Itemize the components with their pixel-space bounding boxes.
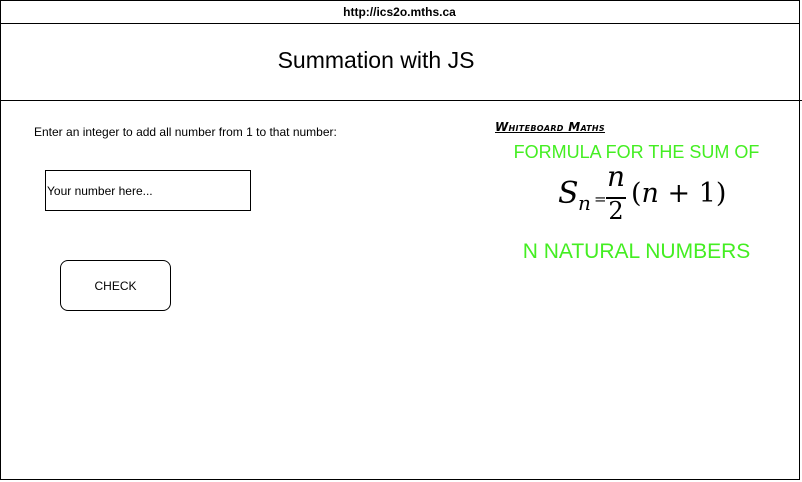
- page-title: Summation with JS: [277, 47, 475, 73]
- formula-equals: =: [594, 190, 607, 208]
- formula-parenthetical: (n + 1): [631, 178, 726, 209]
- brand-logo: Whiteboard Maths: [495, 120, 605, 134]
- check-button[interactable]: CHECK: [60, 260, 171, 311]
- input-prompt: Enter an integer to add all number from …: [34, 125, 337, 139]
- formula-symbol: S: [558, 176, 579, 211]
- formula-subscript: n: [578, 191, 591, 215]
- paren-rest: + 1): [658, 178, 727, 209]
- formula-image: Whiteboard Maths FORMULA FOR THE SUM OF …: [494, 118, 784, 268]
- paren-variable: n: [641, 178, 659, 209]
- address-bar: http://ics2o.mths.ca: [0, 0, 799, 24]
- number-input[interactable]: [45, 170, 251, 211]
- sum-formula: S n = n 2 (n + 1): [556, 160, 736, 232]
- url-text: http://ics2o.mths.ca: [343, 5, 456, 19]
- formula-caption-top: FORMULA FOR THE SUM OF: [513, 142, 760, 162]
- formula-caption-bottom: N NATURAL NUMBERS: [522, 240, 751, 263]
- formula-numerator: n: [607, 160, 626, 193]
- formula-denominator: 2: [608, 197, 624, 225]
- page-header: Summation with JS: [0, 24, 802, 101]
- paren-open: (: [631, 178, 642, 209]
